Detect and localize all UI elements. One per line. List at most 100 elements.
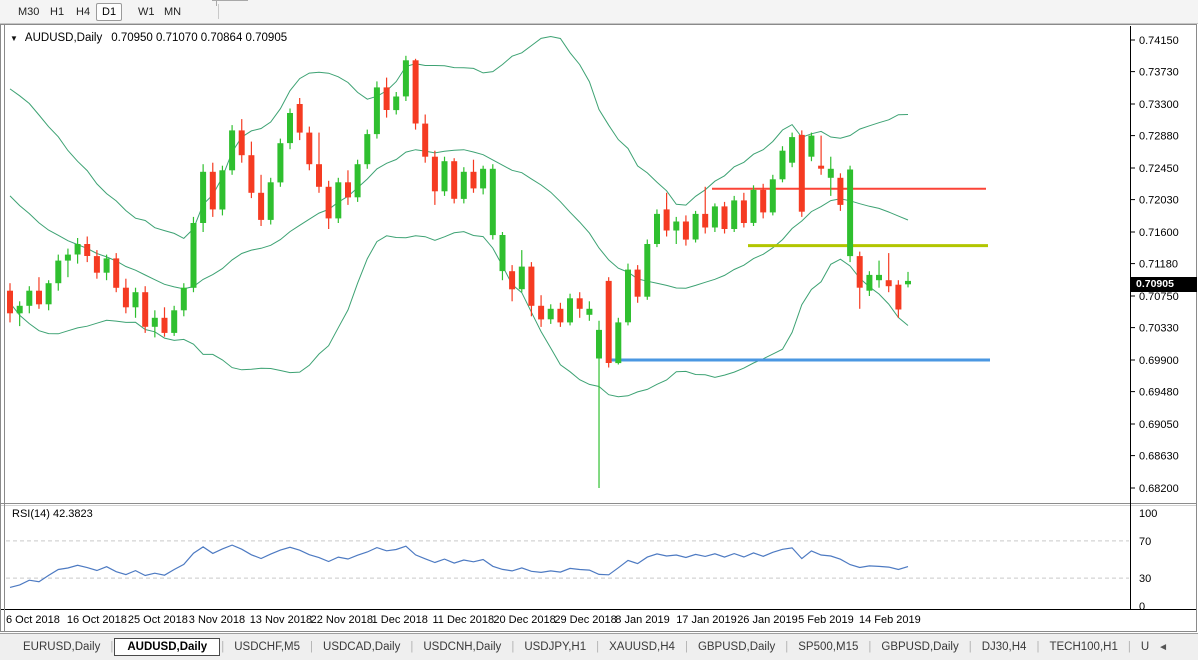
candle (26, 290, 33, 306)
candle (354, 164, 361, 198)
tab-usdcad-daily[interactable]: USDCAD,Daily (314, 638, 409, 656)
candle (654, 213, 660, 244)
tab-xauusd-h4[interactable]: XAUUSD,H4 (600, 638, 684, 656)
timeframe-button-h4[interactable]: H4 (70, 3, 96, 21)
candle (740, 200, 747, 223)
candle (721, 206, 728, 229)
candle (470, 171, 477, 189)
candle (393, 96, 400, 111)
timeframe-button-w1[interactable]: W1 (132, 3, 161, 21)
candle (789, 137, 796, 163)
candle (132, 292, 139, 308)
candle (238, 130, 245, 156)
tab-u[interactable]: U (1132, 638, 1158, 656)
candle (451, 161, 458, 199)
candle (364, 134, 371, 165)
candle (373, 87, 380, 135)
candle (528, 266, 535, 306)
candle (837, 177, 844, 205)
candle (412, 60, 419, 124)
candle (113, 258, 120, 288)
timeframe-button-h1[interactable]: H1 (44, 3, 70, 21)
tab-audusd-daily[interactable]: AUDUSD,Daily (114, 638, 221, 656)
candle (605, 280, 612, 363)
candle (277, 143, 284, 183)
candle (422, 123, 429, 157)
candle (325, 186, 332, 219)
tab-usdchf-m5[interactable]: USDCHF,M5 (225, 638, 309, 656)
tab-sp500-m15[interactable]: SP500,M15 (789, 638, 867, 656)
candle (74, 244, 81, 255)
candle (441, 161, 448, 192)
candle (480, 168, 487, 189)
candle (383, 87, 390, 110)
candle (856, 256, 863, 288)
candle (171, 310, 178, 333)
candle (103, 258, 110, 273)
candle (518, 266, 525, 290)
bollinger-middle-band (9, 149, 909, 290)
chart-title: ▼ AUDUSD,Daily 0.70950 0.71070 0.70864 0… (10, 32, 287, 44)
candle (287, 113, 293, 144)
candle (827, 168, 834, 178)
timeframe-button-d1[interactable]: D1 (96, 3, 123, 21)
timeframe-button-m30[interactable]: M30 (12, 3, 45, 21)
tab-tech100-h1[interactable]: TECH100,H1 (1040, 638, 1126, 656)
candle (808, 135, 815, 157)
candle (267, 182, 274, 220)
candle (634, 269, 641, 297)
tab-usdcnh-daily[interactable]: USDCNH,Daily (414, 638, 510, 656)
chart-plot-area[interactable]: 0.741500.737300.733000.728800.724500.720… (0, 24, 1198, 632)
candle (847, 169, 854, 257)
candle (180, 287, 187, 311)
candle (460, 171, 467, 199)
candle (64, 254, 71, 261)
chart-collapse-icon[interactable]: ▼ (10, 34, 18, 43)
candle (258, 192, 265, 220)
candle (779, 150, 786, 180)
candle (161, 317, 168, 333)
candle (644, 244, 651, 297)
upper-toolbar-edge (212, 0, 248, 1)
candle (798, 134, 805, 212)
candle (905, 280, 911, 285)
rsi-line (9, 544, 909, 588)
candle (209, 171, 216, 210)
candle (316, 164, 322, 187)
tab-scroll-left-icon[interactable]: ◄ (1158, 642, 1168, 653)
candle (769, 179, 776, 213)
candle (248, 155, 255, 193)
timeframe-button-mn[interactable]: MN (158, 3, 187, 21)
candle (702, 213, 709, 228)
tab-eurusd-daily[interactable]: EURUSD,Daily (14, 638, 109, 656)
candle (431, 156, 438, 192)
tab-gbpusd-daily[interactable]: GBPUSD,Daily (872, 638, 967, 656)
chart-ohlc-values: 0.70950 0.71070 0.70864 0.70905 (111, 32, 288, 44)
candle (36, 290, 42, 305)
candle (596, 329, 602, 359)
candle (93, 256, 100, 273)
candle (547, 308, 554, 320)
candle (296, 104, 303, 133)
candle (190, 223, 197, 288)
candle (895, 284, 902, 310)
current-price-tag: 0.70905 (1131, 276, 1197, 292)
candle (16, 305, 23, 314)
candle (7, 290, 13, 314)
tab-dj30-h4[interactable]: DJ30,H4 (973, 638, 1036, 656)
tab-gbpusd-daily[interactable]: GBPUSD,Daily (689, 638, 784, 656)
price-axis[interactable] (1131, 24, 1197, 609)
candle (663, 209, 670, 231)
mt4-terminal: { "toolbar": { "timeframes": ["M30","H1"… (0, 0, 1198, 660)
candle (122, 287, 129, 308)
tab-usdjpy-h1[interactable]: USDJPY,H1 (515, 638, 595, 656)
candle (760, 189, 767, 213)
candle (538, 305, 545, 320)
time-axis[interactable] (0, 610, 1130, 631)
candle (402, 60, 409, 97)
candle (682, 221, 689, 240)
candle (625, 269, 631, 323)
rsi-indicator-label: RSI(14) 42.3823 (12, 508, 93, 520)
tab-scroll-nav: ◄► (1158, 642, 1198, 653)
candle (84, 244, 91, 256)
